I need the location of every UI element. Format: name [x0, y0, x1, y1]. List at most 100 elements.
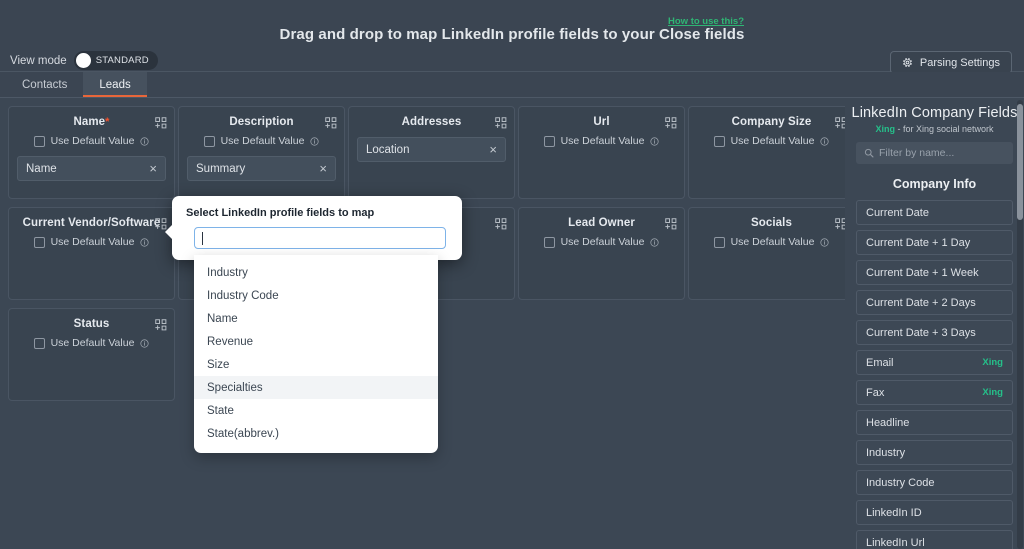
- field-card-description[interactable]: Description Use Default Value Summary ×: [178, 106, 345, 199]
- mapped-field-pill[interactable]: Name ×: [17, 156, 166, 181]
- how-to-use-link[interactable]: How to use this?: [668, 16, 744, 27]
- popup-option[interactable]: Name: [194, 307, 438, 330]
- sidebar-field-item[interactable]: Fax Xing: [856, 380, 1013, 405]
- info-icon[interactable]: [140, 237, 149, 247]
- use-default-value-checkbox[interactable]: [713, 236, 725, 248]
- view-mode-toggle[interactable]: STANDARD: [73, 51, 158, 70]
- field-card-status[interactable]: Status Use Default Value: [8, 308, 175, 401]
- add-field-grid-icon[interactable]: [665, 217, 677, 230]
- use-default-value-label: Use Default Value: [50, 337, 135, 349]
- linkedin-fields-sidebar: LinkedIn Company Fields Xing - for Xing …: [845, 98, 1024, 549]
- remove-mapping-close-icon[interactable]: ×: [489, 143, 497, 156]
- sidebar-field-item[interactable]: Industry Code: [856, 470, 1013, 495]
- use-default-value-checkbox[interactable]: [543, 236, 555, 248]
- add-field-grid-icon[interactable]: [155, 116, 167, 129]
- add-field-grid-icon[interactable]: [155, 318, 167, 331]
- popup-option[interactable]: State: [194, 399, 438, 422]
- add-field-grid-icon[interactable]: [665, 116, 677, 129]
- sidebar-field-item[interactable]: Current Date + 1 Week: [856, 260, 1013, 285]
- mapped-field-label: Summary: [196, 162, 246, 175]
- popup-option[interactable]: Size: [194, 353, 438, 376]
- popup-option-label: Industry Code: [207, 289, 279, 302]
- scrollbar-thumb[interactable]: [1017, 104, 1023, 220]
- sidebar-field-item[interactable]: Current Date + 1 Day: [856, 230, 1013, 255]
- field-card-title-text: Name: [73, 116, 106, 128]
- sidebar-field-item[interactable]: Current Date: [856, 200, 1013, 225]
- field-card-title-text: Description: [229, 116, 294, 128]
- field-card-title: Status: [9, 309, 174, 330]
- popup-option-label: Size: [207, 358, 230, 371]
- field-card-company-size[interactable]: Company Size Use Default Value: [688, 106, 855, 199]
- sidebar-field-item[interactable]: Email Xing: [856, 350, 1013, 375]
- popup-option[interactable]: Industry Code: [194, 284, 438, 307]
- field-card-lead-owner[interactable]: Lead Owner Use Default Value: [518, 207, 685, 300]
- sidebar-field-label: Current Date: [866, 206, 929, 219]
- sidebar-field-label: Industry: [866, 446, 906, 459]
- page-title: Drag and drop to map LinkedIn profile fi…: [279, 26, 745, 43]
- sidebar-field-item[interactable]: Current Date + 2 Days: [856, 290, 1013, 315]
- sidebar-field-item[interactable]: Current Date + 3 Days: [856, 320, 1013, 345]
- info-icon[interactable]: [650, 237, 659, 247]
- popup-option[interactable]: Industry: [194, 261, 438, 284]
- use-default-value-checkbox[interactable]: [203, 135, 215, 147]
- info-icon[interactable]: [140, 136, 149, 146]
- use-default-value-row: Use Default Value: [9, 135, 174, 147]
- use-default-value-checkbox[interactable]: [33, 236, 45, 248]
- info-icon[interactable]: [820, 237, 829, 247]
- field-card-title: Company Size: [689, 107, 854, 128]
- sidebar-field-label: Industry Code: [866, 476, 935, 489]
- info-icon[interactable]: [650, 136, 659, 146]
- use-default-value-checkbox[interactable]: [543, 135, 555, 147]
- use-default-value-row: Use Default Value: [519, 236, 684, 248]
- remove-mapping-close-icon[interactable]: ×: [149, 162, 157, 175]
- sidebar-field-label: Fax: [866, 386, 885, 399]
- mapped-field-pill[interactable]: Summary ×: [187, 156, 336, 181]
- tab-label: Leads: [99, 78, 131, 91]
- add-field-grid-icon[interactable]: [325, 116, 337, 129]
- app-root: Drag and drop to map LinkedIn profile fi…: [0, 0, 1024, 549]
- tab-bar: Contacts Leads: [0, 72, 1024, 98]
- tab-contacts[interactable]: Contacts: [6, 72, 83, 97]
- popup-option-label: Revenue: [207, 335, 254, 348]
- field-card-name[interactable]: Name* Use Default Value Name ×: [8, 106, 175, 199]
- use-default-value-checkbox[interactable]: [713, 135, 725, 147]
- info-icon[interactable]: [310, 136, 319, 146]
- field-card-socials[interactable]: Socials Use Default Value: [688, 207, 855, 300]
- sidebar-field-item[interactable]: Industry: [856, 440, 1013, 465]
- field-card-title-text: Lead Owner: [568, 217, 635, 229]
- sidebar-field-network-tag: Xing: [982, 387, 1003, 398]
- use-default-value-checkbox[interactable]: [33, 337, 45, 349]
- use-default-value-label: Use Default Value: [560, 135, 645, 147]
- sidebar-field-item[interactable]: LinkedIn ID: [856, 500, 1013, 525]
- view-mode-value: STANDARD: [95, 55, 149, 66]
- sidebar-field-item[interactable]: LinkedIn Url: [856, 530, 1013, 549]
- required-asterisk-icon: *: [105, 116, 110, 128]
- popup-search-input[interactable]: [194, 227, 446, 249]
- popup-option[interactable]: State(abbrev.): [194, 422, 438, 445]
- remove-mapping-close-icon[interactable]: ×: [319, 162, 327, 175]
- field-card-title-text: Status: [73, 318, 110, 330]
- add-field-grid-icon[interactable]: [495, 217, 507, 230]
- field-card-current-vendor-software[interactable]: Current Vendor/Software Use Default Value: [8, 207, 175, 300]
- mapped-field-pill[interactable]: Location ×: [357, 137, 506, 162]
- sidebar-field-label: LinkedIn Url: [866, 536, 925, 549]
- mapped-field-label: Location: [366, 143, 410, 156]
- field-card-addresses[interactable]: Addresses Location ×: [348, 106, 515, 199]
- popup-option[interactable]: Specialties: [194, 376, 438, 399]
- field-card-title: Name*: [9, 107, 174, 128]
- info-icon[interactable]: [140, 338, 149, 348]
- use-default-value-row: Use Default Value: [689, 236, 854, 248]
- info-icon[interactable]: [820, 136, 829, 146]
- parsing-settings-button[interactable]: Parsing Settings: [889, 51, 1012, 74]
- filter-input[interactable]: Filter by name...: [856, 142, 1013, 164]
- sidebar-field-item[interactable]: Headline: [856, 410, 1013, 435]
- use-default-value-checkbox[interactable]: [33, 135, 45, 147]
- use-default-value-row: Use Default Value: [179, 135, 344, 147]
- field-card-url[interactable]: Url Use Default Value: [518, 106, 685, 199]
- field-card-title-text: Company Size: [731, 116, 812, 128]
- tab-label: Contacts: [22, 78, 68, 91]
- add-field-grid-icon[interactable]: [495, 116, 507, 129]
- sidebar-field-label: Headline: [866, 416, 910, 429]
- popup-option[interactable]: Revenue: [194, 330, 438, 353]
- tab-leads[interactable]: Leads: [83, 72, 148, 97]
